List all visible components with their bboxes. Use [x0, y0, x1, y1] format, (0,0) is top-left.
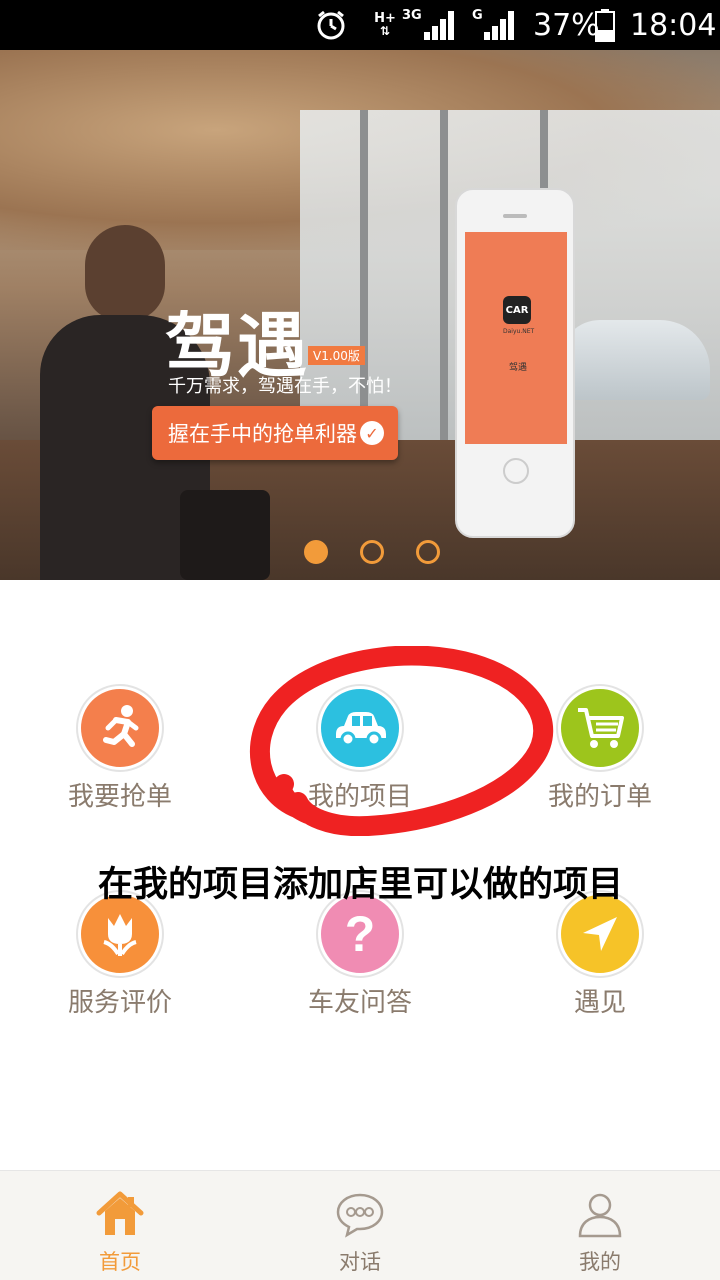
nav-label: 首页 [99, 1250, 141, 1274]
nav-chat[interactable]: 对话 [240, 1171, 480, 1280]
feature-label: 遇见 [573, 988, 626, 1018]
check-icon: ✓ [360, 421, 384, 445]
carousel-dot[interactable] [416, 540, 440, 564]
phone-screen: CAR Daiyu.NET 驾遇 [465, 232, 567, 444]
clock-time: 18:04 [630, 7, 717, 43]
carousel-dot[interactable] [360, 540, 384, 564]
running-person-icon [78, 686, 162, 770]
status-bar: H+ ⇅ 3G G 37% 18:04 [0, 0, 720, 50]
annotation-circle [249, 646, 554, 836]
app-logo-cn: 驾遇 [509, 363, 528, 373]
feature-grab-order[interactable]: 我要抢单 [20, 686, 220, 816]
shopping-cart-icon [558, 686, 642, 770]
feature-label: 车友问答 [307, 988, 412, 1018]
banner-car [560, 320, 710, 400]
nav-me[interactable]: 我的 [480, 1171, 720, 1280]
chat-bubble-icon [336, 1193, 384, 1238]
cta-badge: 握在手中的抢单利器 ✓ [152, 406, 398, 460]
banner-window-frame [440, 110, 448, 440]
3g-signal-icon: 3G [402, 0, 462, 50]
nav-label: 对话 [339, 1250, 381, 1274]
hplus-icon: H+ ⇅ [374, 11, 396, 38]
feature-qa[interactable]: ? 车友问答 [260, 892, 460, 1022]
user-profile-icon [578, 1193, 622, 1238]
promo-banner[interactable]: 驾遇 V1.00版 千万需求，驾遇在手，不怕！ 握在手中的抢单利器 ✓ CAR … [0, 50, 720, 580]
cta-label: 握在手中的抢单利器 [168, 422, 357, 446]
bottom-nav: 首页 对话 我的 [0, 1170, 720, 1280]
version-badge: V1.00版 [308, 346, 365, 365]
phone-mockup: CAR Daiyu.NET 驾遇 [455, 188, 575, 538]
battery-icon [594, 0, 616, 50]
carousel-dot[interactable] [304, 540, 328, 564]
feature-service-review[interactable]: 服务评价 [20, 892, 220, 1022]
app-logo: CAR [503, 296, 531, 324]
annotation-text: 在我的项目添加店里可以做的项目 [98, 865, 624, 905]
feature-label: 服务评价 [67, 988, 172, 1018]
feature-label: 我要抢单 [67, 782, 172, 812]
banner-sofa [180, 490, 270, 580]
feature-meet[interactable]: 遇见 [500, 892, 700, 1022]
brand-slogan: 千万需求，驾遇在手，不怕！ [168, 376, 402, 397]
nav-home[interactable]: 首页 [0, 1171, 240, 1280]
app-logo-sub: Daiyu.NET [503, 328, 535, 335]
carousel-indicator [300, 540, 440, 566]
alarm-icon [314, 0, 348, 50]
nav-label: 我的 [579, 1250, 621, 1274]
g-signal-icon: G [470, 0, 522, 50]
battery-percent: 37% [533, 7, 600, 43]
home-icon [96, 1191, 144, 1235]
